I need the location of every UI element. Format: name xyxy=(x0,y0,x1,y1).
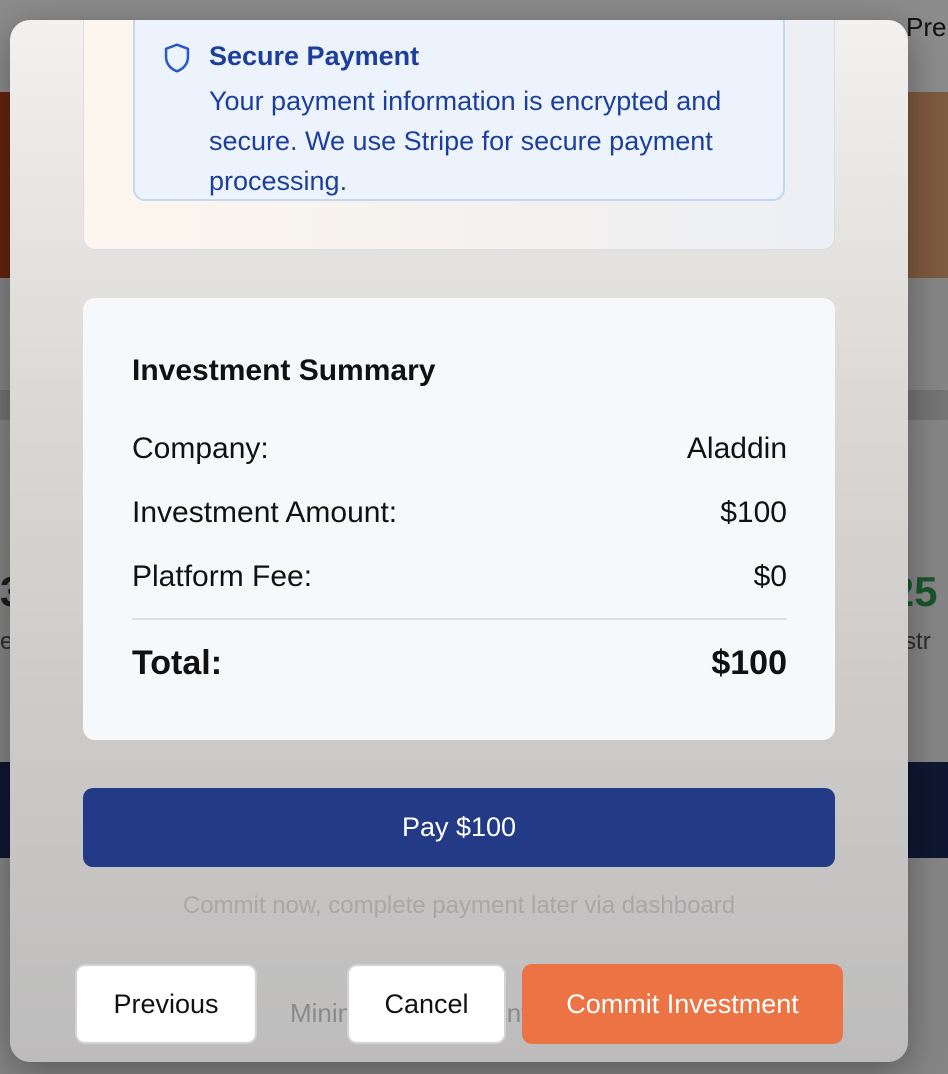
summary-row-value: $100 xyxy=(720,496,787,529)
summary-title: Investment Summary xyxy=(132,354,436,387)
previous-button[interactable]: Previous xyxy=(75,964,257,1044)
summary-row-company: Company: Aladdin xyxy=(132,432,787,472)
summary-row-platform-fee: Platform Fee: $0 xyxy=(132,560,787,600)
summary-total-value: $100 xyxy=(711,644,787,682)
summary-row-label: Company: xyxy=(132,432,269,465)
shield-icon xyxy=(164,43,190,73)
payment-method-card: Secure Payment Your payment information … xyxy=(83,20,835,250)
summary-row-label: Platform Fee: xyxy=(132,560,313,593)
summary-divider xyxy=(132,618,787,620)
pay-button[interactable]: Pay $100 xyxy=(83,788,835,867)
summary-total-label: Total: xyxy=(132,644,223,682)
summary-row-label: Investment Amount: xyxy=(132,496,398,529)
commit-note: Commit now, complete payment later via d… xyxy=(182,892,736,919)
investment-modal: Secure Payment Your payment information … xyxy=(10,20,908,1062)
summary-row-value: Aladdin xyxy=(686,432,787,465)
cancel-button[interactable]: Cancel xyxy=(347,964,506,1044)
summary-row-total: Total: $100 xyxy=(132,644,787,684)
commit-investment-button[interactable]: Commit Investment xyxy=(522,964,843,1044)
investment-summary-card: Investment Summary Company: Aladdin Inve… xyxy=(83,298,835,740)
summary-row-value: $0 xyxy=(753,560,787,593)
secure-payment-title: Secure Payment xyxy=(209,41,420,71)
secure-payment-text: Your payment information is encrypted an… xyxy=(209,86,722,196)
summary-row-investment-amount: Investment Amount: $100 xyxy=(132,496,787,536)
secure-payment-notice: Secure Payment Your payment information … xyxy=(133,20,785,201)
